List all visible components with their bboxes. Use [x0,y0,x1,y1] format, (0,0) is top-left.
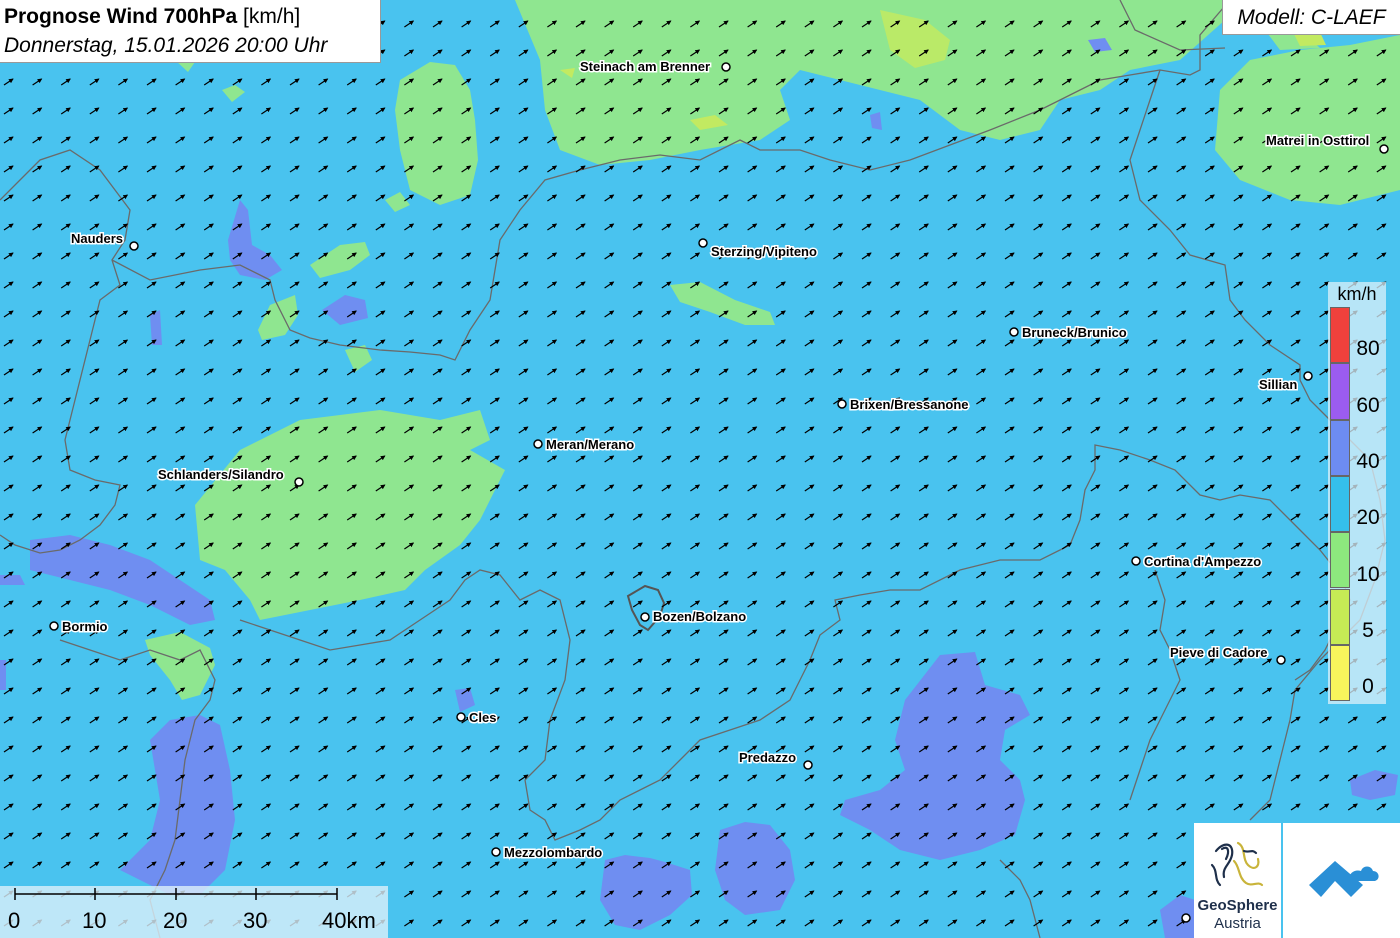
city-label: Pieve di Cadore [1170,645,1268,660]
city-marker [1276,655,1286,665]
geosphere-logo[interactable]: GeoSphere Austria [1194,823,1281,938]
model-label: Modell: C-LAEF [1222,0,1400,35]
title-unit: [km/h] [243,5,301,28]
city-label: Sterzing/Vipiteno [711,244,817,259]
forecast-map[interactable]: Steinach am Brenner Matrei in Osttirol Nau… [0,0,1400,938]
logo-line1: GeoSphere [1197,897,1278,914]
city-marker [49,621,59,631]
city-marker [1379,144,1389,154]
legend-label: 20 [1356,506,1380,530]
legend-label: 80 [1356,337,1380,361]
city-marker [640,612,650,622]
city-label: Predazzo [739,750,796,765]
city-label: Cortina d'Ampezzo [1144,554,1261,569]
city-marker [721,62,731,72]
scale-label-10: 10 [82,908,107,933]
city-marker [1009,327,1019,337]
city-marker [491,847,501,857]
legend-swatch [1330,475,1350,533]
city-marker [129,241,139,251]
city-label: Nauders [71,231,123,246]
city-marker [533,439,543,449]
legend-label: 10 [1356,562,1380,586]
city-marker [1303,371,1313,381]
city-label: Sillian [1259,377,1297,392]
city-label: Schlanders/Silandro [158,467,284,482]
legend-swatch [1330,532,1350,589]
geosphere-emblem-icon [1210,841,1264,887]
scale-label-0: 0 [8,908,21,933]
legend-swatch [1330,363,1350,420]
map-title: Prognose Wind 700hPa [km/h] [4,3,380,31]
city-label: Meran/Merano [546,437,634,452]
color-legend: km/h 80 60 40 20 10 5 0 [1328,282,1386,704]
legend-label: 60 [1356,393,1380,417]
city-label: Bruneck/Brunico [1022,325,1127,340]
city-marker [837,399,847,409]
city-marker [1181,913,1191,923]
city-marker [456,712,466,722]
city-label: Brixen/Bressanone [850,397,969,412]
legend-swatch [1330,588,1350,645]
city-label: Steinach am Brenner [580,59,710,74]
city-label: Matrei in Osttirol [1266,133,1369,148]
city-label: Bormio [62,619,108,634]
logo-line2: Austria [1214,915,1261,932]
city-label: Cles [469,710,496,725]
city-marker [803,760,813,770]
city-marker [294,477,304,487]
legend-swatch [1330,419,1350,476]
scale-label-30: 30 [243,908,268,933]
cloud-arrow-icon [1309,861,1379,897]
title-panel: Prognose Wind 700hPa [km/h] Donnerstag, … [0,0,381,63]
legend-swatch [1330,644,1350,702]
scale-label-40km: 40km [322,908,376,933]
app-logo[interactable] [1283,823,1400,938]
scale-bar: 0 10 20 30 40km [0,886,388,938]
city-label: Mezzolombardo [504,845,602,860]
city-marker [1131,556,1141,566]
forecast-datetime: Donnerstag, 15.01.2026 20:00 Uhr [4,34,328,57]
legend-label: 40 [1356,449,1380,473]
city-label: Bozen/Bolzano [653,609,746,624]
city-marker [698,238,708,248]
title-main: Prognose Wind 700hPa [4,5,238,28]
legend-unit: km/h [1337,284,1377,304]
legend-swatch [1330,307,1350,364]
legend-label: 0 [1362,675,1374,699]
scale-label-20: 20 [163,908,188,933]
legend-label: 5 [1362,618,1374,642]
